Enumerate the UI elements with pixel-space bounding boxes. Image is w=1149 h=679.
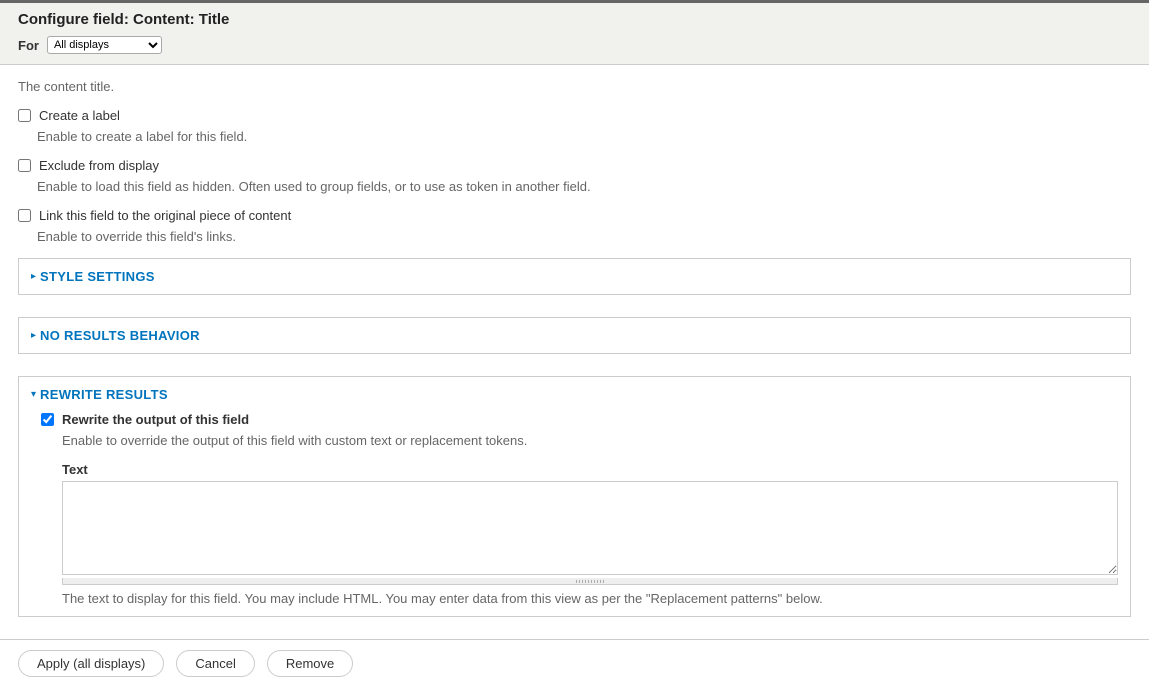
for-row: For All displays — [18, 36, 1131, 54]
fieldset-style-settings: ▸ STYLE SETTINGS — [18, 258, 1131, 295]
for-select[interactable]: All displays — [47, 36, 162, 54]
rewrite-text-section: Text The text to display for this field.… — [62, 462, 1118, 606]
rewrite-output-desc: Enable to override the output of this fi… — [62, 433, 1118, 448]
exclude-display-text: Exclude from display — [39, 158, 159, 173]
create-label-text: Create a label — [39, 108, 120, 123]
content-title-description: The content title. — [18, 79, 1131, 94]
grip-icon — [576, 580, 604, 583]
chevron-down-icon: ▾ — [31, 389, 36, 400]
dialog-title: Configure field: Content: Title — [18, 11, 1131, 28]
dialog-header: Configure field: Content: Title For All … — [0, 3, 1149, 65]
create-label-checkbox[interactable] — [18, 109, 31, 122]
rewrite-results-body: Rewrite the output of this field Enable … — [31, 412, 1118, 606]
style-settings-title: STYLE SETTINGS — [40, 269, 155, 284]
apply-button[interactable]: Apply (all displays) — [18, 650, 164, 677]
cancel-button[interactable]: Cancel — [176, 650, 254, 677]
chevron-right-icon: ▸ — [31, 330, 36, 341]
no-results-toggle[interactable]: ▸ NO RESULTS BEHAVIOR — [31, 328, 1118, 343]
fieldset-no-results: ▸ NO RESULTS BEHAVIOR — [18, 317, 1131, 354]
rewrite-text-input[interactable] — [62, 481, 1118, 575]
exclude-display-desc: Enable to load this field as hidden. Oft… — [37, 179, 1131, 194]
no-results-title: NO RESULTS BEHAVIOR — [40, 328, 200, 343]
dialog-footer: Apply (all displays) Cancel Remove — [0, 639, 1149, 679]
rewrite-results-toggle[interactable]: ▾ REWRITE RESULTS — [31, 387, 1118, 402]
rewrite-output-label: Rewrite the output of this field — [62, 412, 249, 427]
for-label: For — [18, 38, 39, 53]
style-settings-toggle[interactable]: ▸ STYLE SETTINGS — [31, 269, 1118, 284]
exclude-display-checkbox[interactable] — [18, 159, 31, 172]
option-create-label: Create a label Enable to create a label … — [18, 108, 1131, 144]
option-link-original: Link this field to the original piece of… — [18, 208, 1131, 244]
link-original-text: Link this field to the original piece of… — [39, 208, 291, 223]
option-exclude-display: Exclude from display Enable to load this… — [18, 158, 1131, 194]
configure-field-dialog: Configure field: Content: Title For All … — [0, 0, 1149, 679]
dialog-content: The content title. Create a label Enable… — [0, 65, 1149, 617]
rewrite-output-checkbox[interactable] — [41, 413, 54, 426]
remove-button[interactable]: Remove — [267, 650, 353, 677]
rewrite-results-title: REWRITE RESULTS — [40, 387, 168, 402]
fieldset-rewrite-results: ▾ REWRITE RESULTS Rewrite the output of … — [18, 376, 1131, 617]
rewrite-text-label: Text — [62, 462, 1118, 477]
chevron-right-icon: ▸ — [31, 271, 36, 282]
textarea-resize-handle[interactable] — [62, 578, 1118, 585]
link-original-desc: Enable to override this field's links. — [37, 229, 1131, 244]
rewrite-text-help: The text to display for this field. You … — [62, 591, 1118, 606]
create-label-desc: Enable to create a label for this field. — [37, 129, 1131, 144]
link-original-checkbox[interactable] — [18, 209, 31, 222]
